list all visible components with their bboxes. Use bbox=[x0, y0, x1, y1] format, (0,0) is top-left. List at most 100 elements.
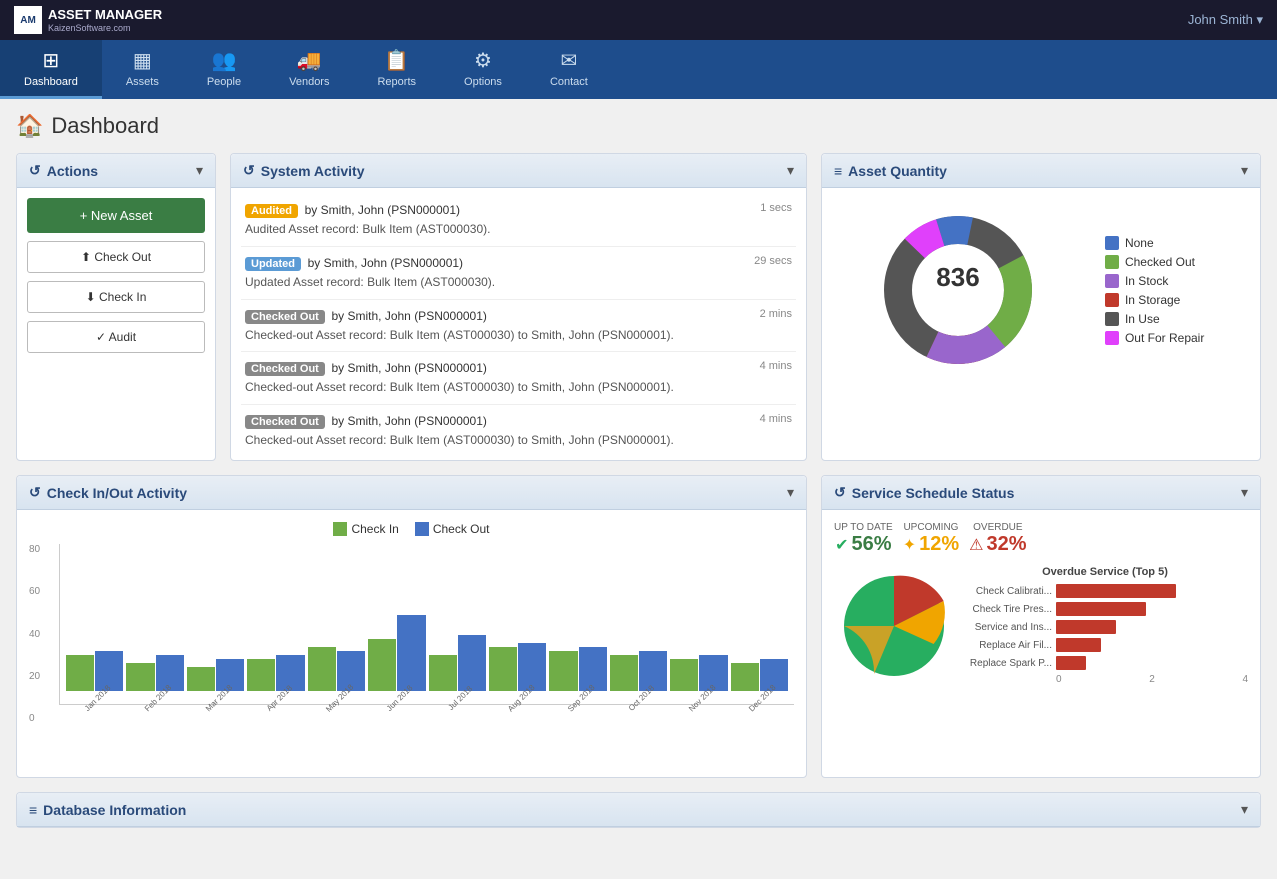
legend-item: None bbox=[1105, 236, 1204, 250]
top-bar: AM ASSET MANAGER KaizenSoftware.com John… bbox=[0, 0, 1277, 40]
overdue-bar bbox=[1056, 602, 1146, 616]
checkout-bar bbox=[397, 615, 425, 691]
checkout-bar bbox=[95, 651, 123, 691]
people-icon: 👥 bbox=[212, 48, 237, 73]
bar-group: Sep 2018 bbox=[549, 531, 606, 704]
svg-text:836: 836 bbox=[936, 262, 979, 292]
nav-reports[interactable]: 📋 Reports bbox=[353, 40, 440, 99]
assets-icon: ▦ bbox=[133, 48, 152, 73]
dashboard-grid: ↺ Actions ▾ + New Asset ⬆ Check Out ⬇ Ch… bbox=[16, 153, 1261, 828]
overdue-bar-chart: Overdue Service (Top 5) Check Calibrati.… bbox=[962, 566, 1248, 686]
nav-contact[interactable]: ✉ Contact bbox=[526, 40, 612, 99]
activity-list: Audited by Smith, John (PSN000001) 1 sec… bbox=[241, 194, 796, 454]
checkin-bar bbox=[66, 655, 94, 691]
nav-vendors-label: Vendors bbox=[289, 76, 329, 88]
activity-collapse-icon[interactable]: ▾ bbox=[787, 162, 794, 179]
overdue-item-label: Replace Air Fil... bbox=[962, 640, 1052, 651]
check-in-button[interactable]: ⬇ Check In bbox=[27, 281, 205, 313]
nav-options[interactable]: ⚙ Options bbox=[440, 40, 526, 99]
bar-group: Aug 2018 bbox=[489, 531, 546, 704]
nav-dashboard[interactable]: ⊞ Dashboard bbox=[0, 40, 102, 99]
legend-item: Out For Repair bbox=[1105, 331, 1204, 345]
overdue-row: Replace Spark P... bbox=[962, 656, 1248, 670]
activity-item: Audited by Smith, John (PSN000001) 1 sec… bbox=[241, 194, 796, 247]
actions-icon: ↺ bbox=[29, 162, 41, 179]
asset-qty-header: ≡ Asset Quantity ▾ bbox=[822, 154, 1260, 188]
checkout-bar bbox=[639, 651, 667, 691]
activity-item: Checked Out by Smith, John (PSN000001) 2… bbox=[241, 300, 796, 353]
service-schedule-panel: ↺ Service Schedule Status ▾ UP TO DATE ✔… bbox=[821, 475, 1261, 778]
nav-assets[interactable]: ▦ Assets bbox=[102, 40, 183, 99]
service-title: ↺ Service Schedule Status bbox=[834, 484, 1014, 501]
bar-group: Apr 2018 bbox=[247, 531, 304, 704]
actions-panel-header: ↺ Actions ▾ bbox=[17, 154, 215, 188]
overdue-bar bbox=[1056, 638, 1101, 652]
system-activity-panel: ↺ System Activity ▾ Audited by Smith, Jo… bbox=[230, 153, 807, 461]
checkin-bar bbox=[610, 655, 638, 691]
bar-group: Mar 2018 bbox=[187, 531, 244, 704]
nav-dashboard-label: Dashboard bbox=[24, 76, 78, 88]
checkin-bar bbox=[429, 655, 457, 691]
database-title: ≡ Database Information bbox=[29, 802, 186, 818]
legend-item: In Stock bbox=[1105, 274, 1204, 288]
checkin-bar bbox=[368, 639, 396, 691]
bar-group: Jan 2018 bbox=[66, 531, 123, 704]
activity-item: Checked Out by Smith, John (PSN000001) 4… bbox=[241, 352, 796, 405]
bar-group: May 2018 bbox=[308, 531, 365, 704]
stat-upcoming: UPCOMING ✦ 12% bbox=[903, 522, 959, 556]
asset-qty-collapse-icon[interactable]: ▾ bbox=[1241, 162, 1248, 179]
dashboard-icon: ⊞ bbox=[43, 48, 60, 73]
bar-chart-wrapper: 806040200 Jan 2018 Feb 2018 bbox=[29, 544, 794, 765]
asset-qty-legend: NoneChecked OutIn StockIn StorageIn UseO… bbox=[1105, 236, 1204, 345]
overdue-bar bbox=[1056, 584, 1176, 598]
checkin-bar bbox=[247, 659, 275, 691]
checkout-bar bbox=[458, 635, 486, 691]
logo-sub: KaizenSoftware.com bbox=[48, 23, 162, 33]
checkinout-title: ↺ Check In/Out Activity bbox=[29, 484, 187, 501]
overdue-axis: 024 bbox=[962, 674, 1248, 685]
nav-people[interactable]: 👥 People bbox=[183, 40, 265, 99]
checkout-bar bbox=[518, 643, 546, 691]
audit-button[interactable]: ✓ Audit bbox=[27, 321, 205, 353]
stat-uptodate: UP TO DATE ✔ 56% bbox=[834, 522, 893, 556]
service-header: ↺ Service Schedule Status ▾ bbox=[822, 476, 1260, 510]
reports-icon: 📋 bbox=[384, 48, 409, 73]
logo-icon: AM bbox=[14, 6, 42, 34]
activity-item: Checked Out by Smith, John (PSN000001) 4… bbox=[241, 405, 796, 454]
checkinout-collapse-icon[interactable]: ▾ bbox=[787, 484, 794, 501]
overdue-bar bbox=[1056, 620, 1116, 634]
activity-item: Updated by Smith, John (PSN000001) 29 se… bbox=[241, 247, 796, 300]
nav-assets-label: Assets bbox=[126, 76, 159, 88]
bar-group: Feb 2018 bbox=[126, 531, 183, 704]
database-collapse-icon[interactable]: ▾ bbox=[1241, 801, 1248, 818]
checkinout-header: ↺ Check In/Out Activity ▾ bbox=[17, 476, 806, 510]
checkin-bar bbox=[489, 647, 517, 691]
bar-chart: Jan 2018 Feb 2018 Mar 2018 Apr 2018 bbox=[60, 544, 794, 704]
user-menu[interactable]: John Smith ▾ bbox=[1188, 12, 1263, 28]
legend-item: In Use bbox=[1105, 312, 1204, 326]
checkinout-body: Check In Check Out 806040200 bbox=[17, 510, 806, 777]
new-asset-button[interactable]: + New Asset bbox=[27, 198, 205, 233]
logo-name: ASSET MANAGER bbox=[48, 7, 162, 23]
overdue-bar bbox=[1056, 656, 1086, 670]
bar-group: Nov 2018 bbox=[670, 531, 727, 704]
service-pie-chart bbox=[834, 566, 954, 686]
actions-collapse-icon[interactable]: ▾ bbox=[196, 162, 203, 179]
check-out-button[interactable]: ⬆ Check Out bbox=[27, 241, 205, 273]
service-icon: ↺ bbox=[834, 484, 846, 501]
checkinout-icon: ↺ bbox=[29, 484, 41, 501]
nav-vendors[interactable]: 🚚 Vendors bbox=[265, 40, 353, 99]
vendors-icon: 🚚 bbox=[297, 48, 322, 73]
database-icon: ≡ bbox=[29, 802, 37, 818]
database-header: ≡ Database Information ▾ bbox=[17, 793, 1260, 827]
overdue-value: 32% bbox=[987, 533, 1027, 556]
activity-panel-title: ↺ System Activity bbox=[243, 162, 364, 179]
y-axis: 806040200 bbox=[29, 544, 44, 724]
page-content: 🏠 Dashboard ↺ Actions ▾ + New Asset ⬆ Ch… bbox=[0, 99, 1277, 842]
overdue-item-label: Check Calibrati... bbox=[962, 586, 1052, 597]
actions-panel: ↺ Actions ▾ + New Asset ⬆ Check Out ⬇ Ch… bbox=[16, 153, 216, 461]
service-collapse-icon[interactable]: ▾ bbox=[1241, 484, 1248, 501]
logo: AM ASSET MANAGER KaizenSoftware.com bbox=[14, 6, 162, 34]
checkin-bar bbox=[126, 663, 154, 691]
overdue-warning-icon: ⚠ bbox=[969, 535, 983, 555]
